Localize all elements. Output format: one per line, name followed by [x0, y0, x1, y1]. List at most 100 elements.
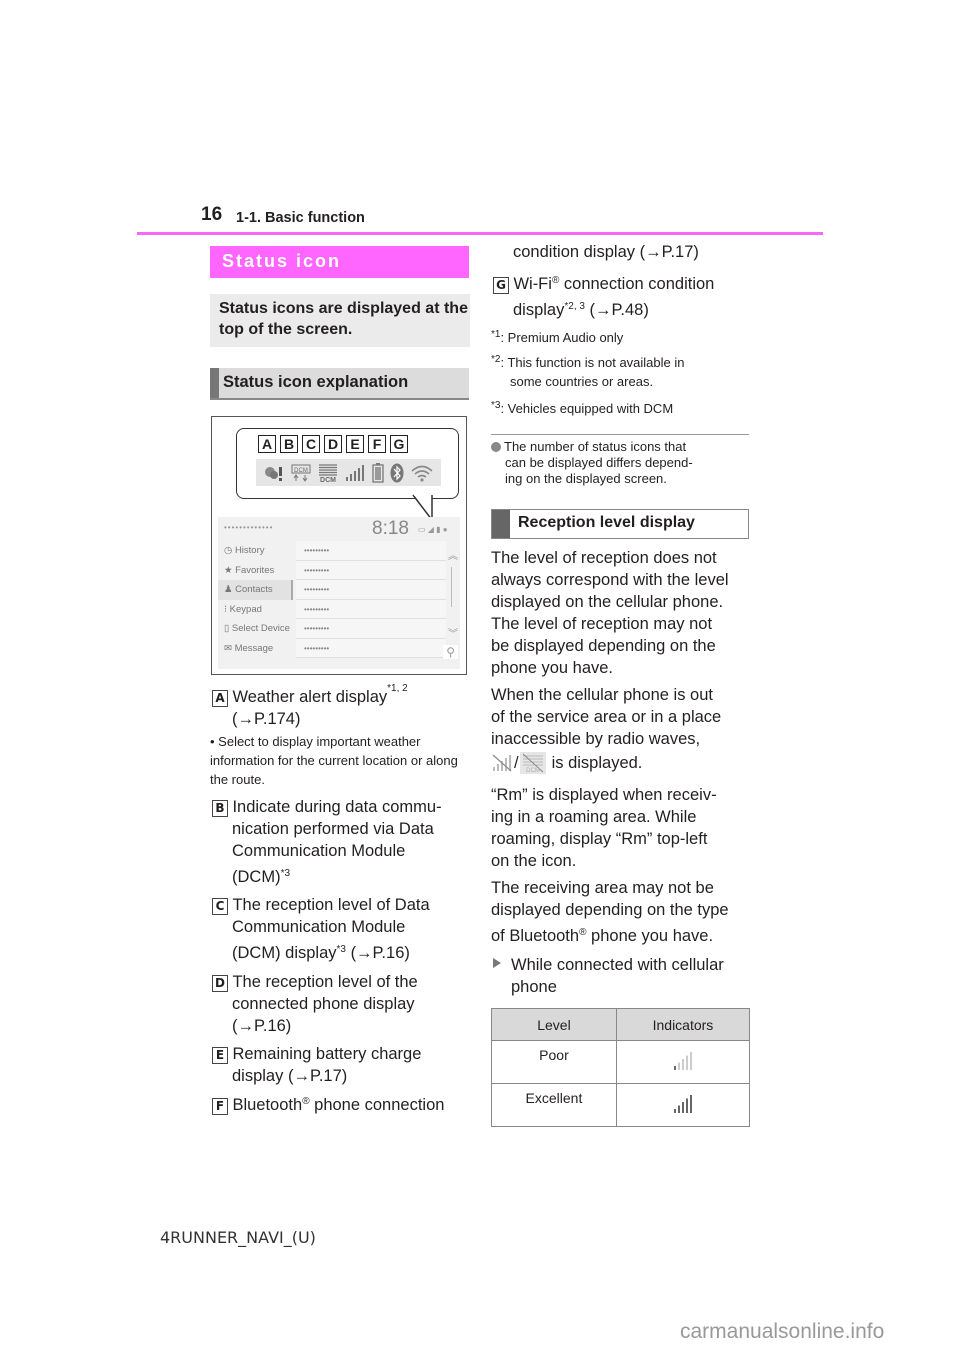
no-signal-phone-icon	[492, 754, 512, 772]
item-d-line: connected phone display	[232, 995, 415, 1013]
letter-label: B	[280, 435, 298, 453]
subitem-connected: While connected with cellular phone	[493, 954, 724, 998]
item-a-ref[interactable]: (→P.174)	[232, 708, 300, 730]
svg-text:DCM: DCM	[294, 468, 308, 474]
svg-text:DCM: DCM	[320, 477, 336, 483]
no-signal-dcm-icon: DCM	[519, 752, 546, 774]
clock: 8:18	[372, 518, 409, 539]
menu-item-select-device[interactable]: ▯ Select Device	[218, 619, 293, 639]
letter-labels: A B C D E F G	[258, 435, 408, 453]
scrollbar[interactable]	[451, 567, 452, 607]
item-b-line: Communication Module	[232, 842, 406, 860]
footnote-2-cont: some countries or areas.	[510, 374, 654, 389]
list-item[interactable]: •••••••••	[296, 599, 446, 619]
signal-bar	[689, 1094, 692, 1113]
scroll-up-icon[interactable]: ︽	[448, 547, 458, 562]
menu-item-history[interactable]: ◷ History	[218, 541, 293, 561]
reception-para-4: The receiving area may not be displayed d…	[491, 879, 729, 945]
sub-heading: Status icon explanation	[210, 368, 469, 400]
search-icon[interactable]: ⚲	[443, 645, 458, 659]
list-item[interactable]: •••••••••	[296, 580, 446, 600]
item-e-line: display (→P.17)	[232, 1067, 348, 1085]
triangle-bullet-icon	[493, 958, 501, 968]
menu-item-keypad[interactable]: ⁝ Keypad	[218, 600, 293, 620]
item-a-note: • Select to display important weather in…	[210, 734, 458, 787]
document-code: 4RUNNER_NAVI_(U)	[160, 1228, 316, 1247]
phone-screen-mockup: ••••••••••••• 8:18 ▭ ◢ ▮ ● ◷ History ★ F…	[218, 517, 460, 669]
item-d: D The reception level of the	[212, 971, 418, 993]
letter-label: F	[368, 435, 386, 453]
signal-bar	[685, 1055, 688, 1070]
watermark[interactable]: carmanualsonline.info	[680, 1320, 884, 1344]
item-c-line: Communication Module	[232, 918, 406, 936]
item-b: B Indicate during data commu-	[212, 796, 442, 818]
letter-label: D	[324, 435, 342, 453]
scroll-down-icon[interactable]: ︾	[448, 625, 458, 640]
item-a: A Weather alert display*1, 2	[212, 683, 408, 708]
section-heading: Status icon	[210, 246, 469, 278]
level-cell: Poor	[491, 1040, 617, 1084]
label-c: C	[212, 898, 228, 915]
column-header: Level	[491, 1008, 617, 1041]
list-item[interactable]: •••••••••	[296, 619, 446, 639]
list-item[interactable]: •••••••••	[296, 560, 446, 580]
menu-item-contacts[interactable]: ♟ Contacts	[218, 580, 293, 600]
bluetooth-icon	[390, 463, 404, 483]
indicator-cell	[615, 1040, 751, 1084]
signal-bar	[685, 1098, 688, 1113]
table-row: Poor	[491, 1040, 751, 1084]
bullet-icon	[491, 442, 501, 452]
item-b-line: nication performed via Data	[232, 820, 434, 838]
item-g-ref[interactable]: (→P.48)	[590, 301, 649, 319]
item-c: C The reception level of Data	[212, 894, 430, 916]
list-item[interactable]: •••••••••	[296, 541, 446, 561]
header-rule	[137, 232, 823, 235]
weather-alert-icon	[263, 464, 285, 482]
list-item[interactable]: •••••••••	[296, 638, 446, 658]
letter-label: G	[390, 435, 408, 453]
reception-heading: Reception level display	[491, 509, 749, 539]
signal-bar	[673, 1108, 676, 1113]
item-g: G Wi-Fi® connection condition	[493, 273, 714, 295]
svg-text:DCM: DCM	[526, 768, 540, 774]
reception-para-1: The level of reception does not always co…	[491, 549, 729, 677]
item-c-ref[interactable]: (→P.16)	[351, 944, 410, 962]
footnote-3: *3: Vehicles equipped with DCM	[491, 400, 674, 416]
reception-para-3: “Rm” is displayed when receiv-ing in a r…	[491, 786, 717, 870]
item-g-line: display*2, 3 (→P.48)	[513, 301, 649, 319]
divider	[491, 434, 749, 435]
page-number: 16	[201, 204, 223, 225]
level-cell: Excellent	[491, 1083, 617, 1127]
item-f-line: condition display (→P.17)	[513, 243, 699, 261]
reception-level-table: Level Indicators Poor Excellent	[491, 1008, 751, 1127]
menu-item-favorites[interactable]: ★ Favorites	[218, 561, 293, 581]
wifi-icon	[410, 464, 434, 482]
signal-bars-poor-icon	[673, 1051, 692, 1070]
label-e: E	[212, 1047, 228, 1064]
battery-icon	[371, 462, 384, 483]
signal-bars-excellent-icon	[673, 1094, 692, 1113]
label-a: A	[212, 690, 228, 707]
phone-menu: ◷ History ★ Favorites ♟ Contacts ⁝ Keypa…	[218, 541, 293, 658]
phone-reception-icon	[345, 464, 365, 482]
bullet-note: The number of status icons that can be d…	[491, 439, 693, 487]
letter-label: E	[346, 435, 364, 453]
dcm-data-transfer-icon: DCM	[291, 464, 311, 482]
menu-item-message[interactable]: ✉ Message	[218, 639, 293, 659]
item-e: E Remaining battery charge	[212, 1043, 421, 1065]
small-status-icons: ▭ ◢ ▮ ●	[418, 525, 448, 534]
label-g: G	[493, 277, 509, 294]
letter-label: C	[302, 435, 320, 453]
indicator-cell	[615, 1083, 751, 1127]
signal-bar	[681, 1058, 684, 1070]
signal-bar	[677, 1062, 680, 1070]
footnote-1: *1: Premium Audio only	[491, 329, 624, 345]
dcm-reception-icon: DCM	[317, 463, 339, 483]
status-icon-strip: DCM DCM	[256, 459, 441, 486]
column-header: Indicators	[615, 1008, 751, 1041]
item-b-line: (DCM)*3	[232, 868, 291, 886]
signal-bar	[677, 1105, 680, 1113]
contact-rows: ••••••••• ••••••••• ••••••••• ••••••••• …	[296, 541, 446, 658]
table-header-row: Level Indicators	[491, 1008, 751, 1041]
item-d-ref[interactable]: (→P.16)	[232, 1015, 291, 1037]
